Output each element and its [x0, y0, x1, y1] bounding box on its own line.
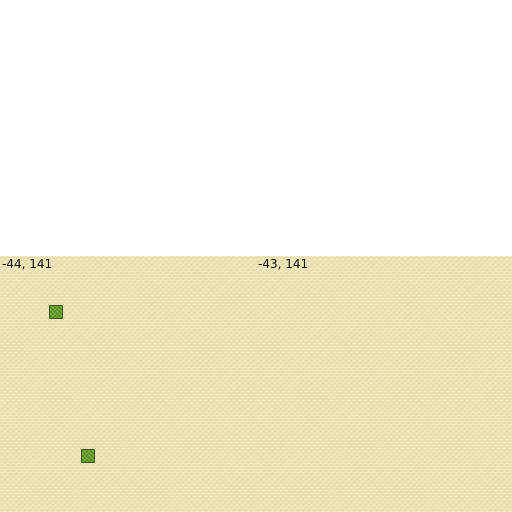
map-viewport[interactable]: -44, 141 -43, 141 — [0, 0, 512, 512]
chunk-coordinate-label: -43, 141 — [258, 257, 309, 271]
grass-block — [49, 305, 63, 319]
map-chunk-sand: -44, 141 — [0, 256, 256, 512]
grass-block — [81, 449, 95, 463]
chunk-coordinate-label: -44, 141 — [2, 257, 53, 271]
map-chunk-sand: -43, 141 — [256, 256, 512, 512]
